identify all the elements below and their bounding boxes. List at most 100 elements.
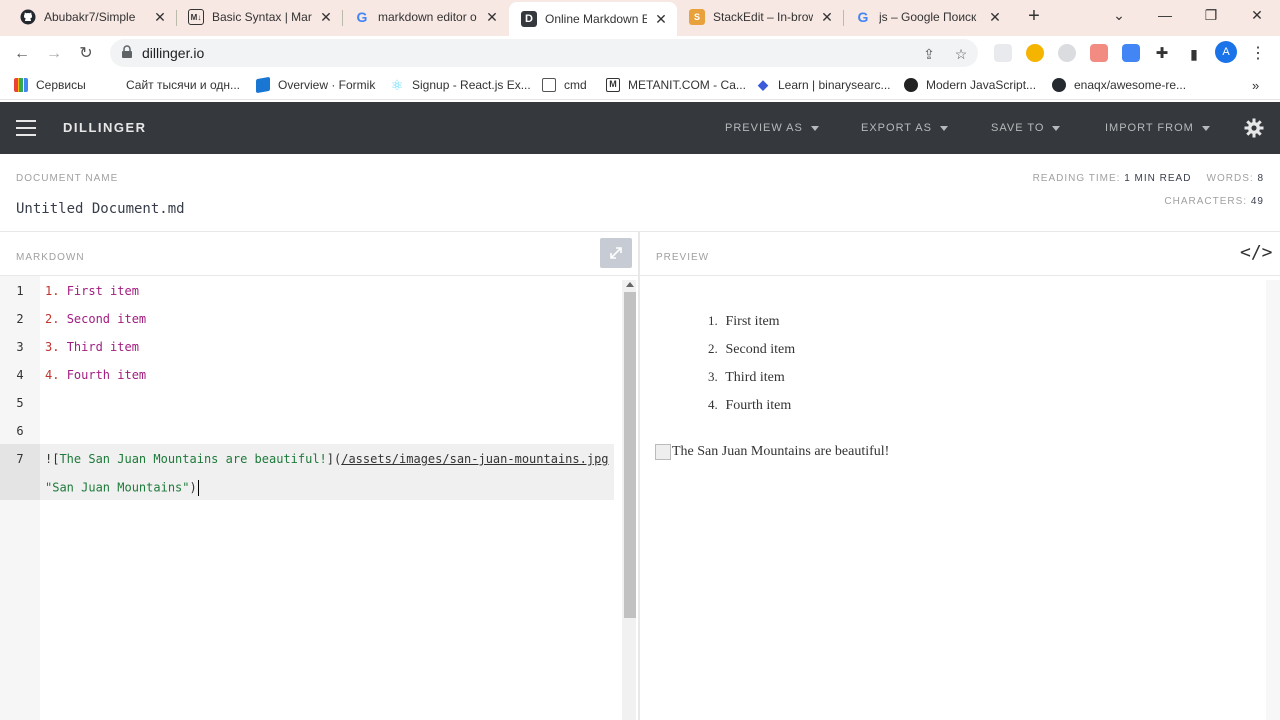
js-icon bbox=[904, 78, 918, 92]
github-icon bbox=[20, 9, 36, 25]
image-alt-text: The San Juan Mountains are beautiful! bbox=[672, 444, 890, 459]
image-open-bracket: ![ bbox=[45, 452, 60, 466]
image-mid-bracket: ]( bbox=[326, 452, 342, 466]
image-title: "San Juan Mountains" bbox=[45, 480, 190, 495]
bookmark-item[interactable]: M METANIT.COM - Са... bbox=[606, 76, 746, 94]
close-window-icon[interactable]: ✕ bbox=[1234, 0, 1280, 32]
markdown-icon: M↓ bbox=[188, 9, 204, 25]
save-to-menu[interactable]: SAVE TO bbox=[991, 122, 1061, 134]
close-tab-icon[interactable]: ✕ bbox=[653, 11, 669, 28]
bookmark-item[interactable]: Overview · Formik bbox=[256, 76, 375, 94]
browser-tab[interactable]: S StackEdit – In-brow ✕ bbox=[677, 0, 843, 34]
gear-icon[interactable] bbox=[1244, 118, 1264, 138]
bookmark-item[interactable]: Сайт тысячи и одн... bbox=[104, 76, 240, 94]
preview-as-menu[interactable]: PREVIEW AS bbox=[725, 122, 819, 134]
image-url: /assets/images/san-juan-mountains.jpg bbox=[341, 452, 609, 466]
reload-icon[interactable]: ↻ bbox=[74, 42, 98, 66]
new-tab-icon[interactable]: + bbox=[1022, 4, 1046, 28]
bookmark-item[interactable]: Modern JavaScript... bbox=[904, 76, 1036, 94]
browser-tab[interactable]: Abubakr7/Simple ✕ bbox=[8, 0, 176, 34]
close-tab-icon[interactable]: ✕ bbox=[152, 9, 168, 26]
back-icon[interactable]: ← bbox=[10, 42, 34, 66]
app-navbar: DILLINGER PREVIEW AS EXPORT AS SAVE TO I… bbox=[0, 102, 1280, 154]
expand-editor-button[interactable] bbox=[600, 238, 632, 268]
tab-search-icon[interactable]: ⌄ bbox=[1096, 0, 1142, 32]
close-tab-icon[interactable]: ✕ bbox=[318, 9, 334, 26]
image-close-bracket: ) bbox=[189, 480, 197, 495]
close-tab-icon[interactable]: ✕ bbox=[987, 9, 1003, 26]
translate-icon[interactable] bbox=[1122, 44, 1140, 62]
code-line[interactable]: "San Juan Mountains") bbox=[45, 480, 199, 496]
line-number: 5 bbox=[16, 396, 24, 410]
export-as-label: EXPORT AS bbox=[861, 122, 932, 134]
bookmark-label: Learn | binarysearc... bbox=[778, 78, 891, 92]
app-brand: DILLINGER bbox=[63, 120, 147, 135]
preview-pane: 1. First item 2. Second item 3. Third it… bbox=[640, 277, 1280, 720]
extension-icon[interactable] bbox=[994, 44, 1012, 62]
browser-tab-active[interactable]: D Online Markdown E ✕ bbox=[509, 2, 677, 36]
share-icon[interactable]: ⇪ bbox=[920, 45, 938, 63]
list-number: 3. bbox=[708, 369, 718, 384]
extensions-puzzle-icon[interactable]: ✚ bbox=[1150, 42, 1174, 66]
lock-icon bbox=[122, 45, 132, 58]
browser-tab-bar: Abubakr7/Simple ✕ M↓ Basic Syntax | Mark… bbox=[0, 0, 1280, 36]
bookmark-item[interactable]: enaqx/awesome-re... bbox=[1052, 76, 1186, 94]
list-number: 4. bbox=[708, 397, 718, 412]
close-tab-icon[interactable]: ✕ bbox=[819, 9, 835, 26]
list-text: Second item bbox=[725, 342, 796, 357]
bookmark-label: Signup - React.js Ex... bbox=[412, 78, 531, 92]
preview-as-label: PREVIEW AS bbox=[725, 122, 803, 134]
code-line[interactable]: ![The San Juan Mountains are beautiful!]… bbox=[45, 452, 609, 466]
restore-icon[interactable]: ❐ bbox=[1188, 0, 1234, 32]
scroll-up-arrow-icon[interactable] bbox=[626, 282, 634, 287]
markdown-panel-header: MARKDOWN bbox=[0, 232, 638, 276]
bookmark-item[interactable]: ⚛ Signup - React.js Ex... bbox=[390, 76, 531, 94]
bookmark-item[interactable]: Сервисы bbox=[14, 76, 86, 94]
more-bookmarks-icon[interactable]: » bbox=[1252, 76, 1259, 94]
browser-tab[interactable]: M↓ Basic Syntax | Mark ✕ bbox=[176, 0, 342, 34]
extension-icon[interactable] bbox=[1026, 44, 1044, 62]
close-tab-icon[interactable]: ✕ bbox=[484, 9, 500, 26]
list-text: Fourth item bbox=[66, 368, 147, 382]
bookmark-item[interactable]: ◆ Learn | binarysearc... bbox=[756, 76, 891, 94]
tab-title: StackEdit – In-brow bbox=[713, 10, 813, 24]
cmd-icon bbox=[542, 78, 556, 92]
extension-icon[interactable] bbox=[1090, 44, 1108, 62]
line-number: 4 bbox=[16, 368, 24, 382]
export-as-menu[interactable]: EXPORT AS bbox=[861, 122, 948, 134]
list-text: Third item bbox=[66, 340, 139, 354]
caret-down-icon bbox=[1201, 125, 1210, 131]
bookmark-label: cmd bbox=[564, 78, 587, 92]
import-from-menu[interactable]: IMPORT FROM bbox=[1105, 122, 1210, 134]
code-line[interactable]: 2. Second item bbox=[45, 312, 146, 326]
characters-label: CHARACTERS: bbox=[1164, 196, 1248, 207]
code-line[interactable]: 4. Fourth item bbox=[45, 368, 146, 382]
list-item: 1. First item bbox=[708, 311, 795, 339]
bookmark-item[interactable]: cmd bbox=[542, 76, 587, 94]
list-number: 3. bbox=[45, 340, 60, 354]
browser-tab[interactable]: G markdown editor o ✕ bbox=[342, 0, 508, 34]
bookmark-star-icon[interactable]: ☆ bbox=[952, 45, 970, 63]
more-menu-icon[interactable]: ⋮ bbox=[1246, 42, 1270, 66]
hamburger-menu-icon[interactable] bbox=[16, 120, 36, 136]
list-number: 2. bbox=[45, 312, 60, 326]
bookmark-label: Modern JavaScript... bbox=[926, 78, 1037, 92]
side-panel-icon[interactable]: ▮ bbox=[1182, 42, 1206, 66]
document-name-input[interactable]: Untitled Document.md bbox=[16, 201, 185, 217]
code-view-icon[interactable]: </> bbox=[1240, 242, 1273, 263]
url-field[interactable]: dillinger.io ⇪ ☆ bbox=[110, 39, 978, 67]
editor-scrollbar-thumb[interactable] bbox=[624, 292, 636, 618]
extension-icon[interactable] bbox=[1058, 44, 1076, 62]
bookmark-label: METANIT.COM - Са... bbox=[628, 78, 746, 92]
preview-scrollbar[interactable] bbox=[1266, 280, 1280, 720]
words-label: WORDS: bbox=[1206, 173, 1254, 184]
code-line[interactable]: 1. First item bbox=[45, 284, 139, 298]
tab-title: Basic Syntax | Mark bbox=[212, 10, 312, 24]
list-item: 3. Third item bbox=[708, 367, 795, 395]
browser-tab[interactable]: G js – Google Поиск ✕ bbox=[843, 0, 1011, 34]
minimize-icon[interactable]: — bbox=[1142, 0, 1188, 32]
avatar[interactable]: A bbox=[1215, 41, 1237, 63]
forward-icon[interactable]: → bbox=[42, 42, 66, 66]
code-line[interactable]: 3. Third item bbox=[45, 340, 139, 354]
tab-title: Online Markdown E bbox=[545, 12, 647, 26]
